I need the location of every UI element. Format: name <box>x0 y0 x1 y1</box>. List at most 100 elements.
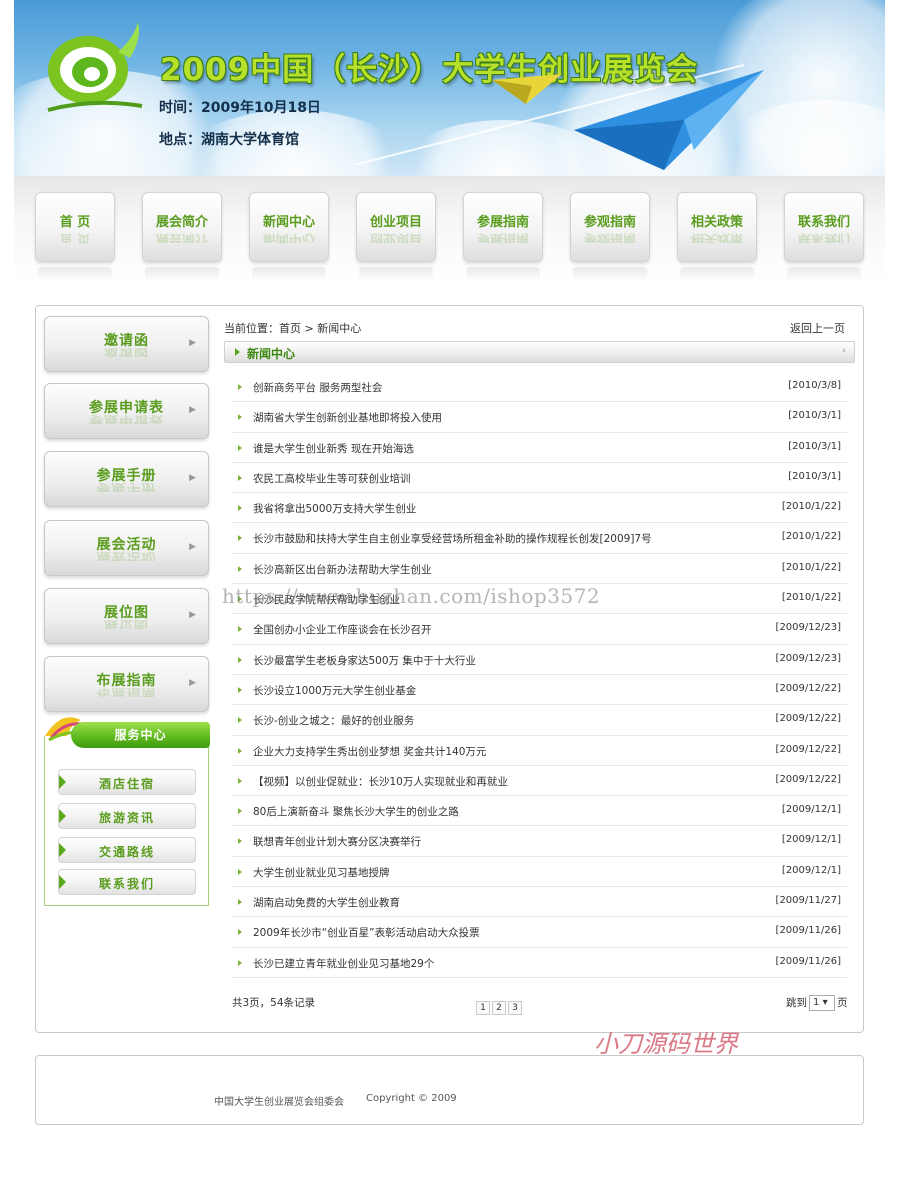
news-date: [2010/3/1] <box>788 410 841 422</box>
news-row[interactable]: 长沙最富学生老板身家达500万 集中于十大行业 [2009/12/23] <box>232 645 847 675</box>
nav-item-projects[interactable]: 创业项目 创业项目 <box>356 192 436 281</box>
sidebar-item-activities[interactable]: 展会活动 展会活动 ▶ <box>44 520 209 576</box>
sidebar-item-application-form[interactable]: 参展申请表 参展申请表 ▶ <box>44 383 209 439</box>
news-row[interactable]: 创新商务平台 服务两型社会 [2010/3/8] <box>232 372 847 403</box>
sidebar-item-reflection: 展位图 <box>104 620 149 629</box>
news-row[interactable]: 80后上演新奋斗 聚焦长沙大学生的创业之路 [2009/12/1] <box>232 796 847 827</box>
news-title[interactable]: 长沙设立1000万元大学生创业基金 <box>253 683 416 698</box>
news-row[interactable]: 联想青年创业计划大赛分区决赛举行 [2009/12/1] <box>232 826 847 857</box>
news-title[interactable]: 谁是大学生创业新秀 现在开始海选 <box>253 441 414 456</box>
page-link[interactable]: 3 <box>508 1001 522 1015</box>
bullet-triangle-icon <box>238 384 242 390</box>
news-title[interactable]: 湖南启动免费的大学生创业教育 <box>253 895 400 910</box>
service-item-label: 联系我们 <box>98 877 155 891</box>
sidebar-item-reflection: 参展手册 <box>96 483 157 492</box>
news-row[interactable]: 全国创办小企业工作座谈会在长沙召开 [2009/12/23] <box>232 614 847 645</box>
bullet-triangle-icon <box>238 777 242 784</box>
service-item-transport[interactable]: 交通路线 <box>58 837 196 863</box>
news-title[interactable]: 80后上演新奋斗 聚焦长沙大学生的创业之路 <box>253 804 459 819</box>
service-item-contact[interactable]: 联系我们 <box>58 869 196 895</box>
news-title[interactable]: 长沙高新区出台新办法帮助大学生创业 <box>253 562 432 577</box>
arrow-right-icon: ▶ <box>189 542 196 552</box>
news-date: [2009/11/27] <box>775 895 841 907</box>
sidebar-item-booth-map[interactable]: 展位图 展位图 ▶ <box>44 588 209 644</box>
news-row[interactable]: 长沙市鼓励和扶持大学生自主创业享受经营场所租金补助的操作规程长创发[2009]7… <box>232 523 847 554</box>
page-link[interactable]: 2 <box>492 1001 506 1015</box>
news-title[interactable]: 大学生创业就业见习基地授牌 <box>253 865 390 880</box>
back-link[interactable]: 返回上一页 <box>790 320 845 336</box>
breadcrumb: 当前位置：首页 > 新闻中心 <box>224 320 361 336</box>
news-title[interactable]: 长沙-创业之城之：最好的创业服务 <box>253 713 414 728</box>
news-row[interactable]: 【视频】以创业促就业：长沙10万人实现就业和再就业 [2009/12/22] <box>232 766 847 797</box>
news-row[interactable]: 长沙-创业之城之：最好的创业服务 [2009/12/22] <box>232 705 847 736</box>
news-title[interactable]: 长沙最富学生老板身家达500万 集中于十大行业 <box>253 653 476 668</box>
sidebar-item-label: 展位图 <box>104 605 149 621</box>
sidebar-item-label: 参展申请表 <box>89 400 164 416</box>
news-date: [2009/12/23] <box>775 622 841 634</box>
news-date: [2009/12/22] <box>775 713 841 725</box>
news-row[interactable]: 2009年长沙市“创业百星”表彰活动启动大众投票 [2009/11/26] <box>232 917 847 948</box>
sidebar-item-handbook[interactable]: 参展手册 参展手册 ▶ <box>44 451 209 507</box>
news-row[interactable]: 企业大力支持学生秀出创业梦想 奖金共计140万元 [2009/12/22] <box>232 736 847 766</box>
nav-item-home[interactable]: 首 页首 页 <box>35 192 115 281</box>
page-jump-prefix: 跳到 <box>786 997 807 1009</box>
news-row[interactable]: 我省将拿出5000万支持大学生创业 [2010/1/22] <box>232 493 847 524</box>
sidebar-item-reflection: 邀请函 <box>104 348 149 357</box>
page-bottom-band <box>0 1148 900 1189</box>
sidebar-item-label: 参展手册 <box>96 468 157 484</box>
news-title[interactable]: 2009年长沙市“创业百星”表彰活动启动大众投票 <box>253 925 480 940</box>
sidebar-item-reflection: 展会活动 <box>96 552 157 561</box>
news-title[interactable]: 我省将拿出5000万支持大学生创业 <box>253 501 416 516</box>
nav-item-news[interactable]: 新闻中心 新闻中心 <box>249 192 329 281</box>
section-header-bar: 新闻中心 › <box>224 341 855 363</box>
news-title[interactable]: 企业大力支持学生秀出创业梦想 奖金共计140万元 <box>253 744 486 759</box>
news-row[interactable]: 大学生创业就业见习基地授牌 [2009/12/1] <box>232 857 847 888</box>
bullet-triangle-icon <box>238 626 242 633</box>
bullet-triangle-icon <box>238 535 242 542</box>
nav-item-about[interactable]: 展会简介 展会简介 <box>142 192 222 281</box>
page-jump-select[interactable]: 1 ▾ <box>809 995 835 1011</box>
news-title[interactable]: 湖南省大学生创新创业基地即将投入使用 <box>253 410 442 425</box>
news-row[interactable]: 长沙设立1000万元大学生创业基金 [2009/12/22] <box>232 675 847 706</box>
footer-copyright: Copyright © 2009 <box>366 1093 457 1104</box>
news-row[interactable]: 湖南省大学生创新创业基地即将投入使用 [2010/3/1] <box>232 402 847 433</box>
bullet-triangle-icon <box>238 444 242 451</box>
news-row[interactable]: 长沙已建立青年就业创业见习基地29个 [2009/11/26] <box>232 948 847 978</box>
sidebar-item-invitation[interactable]: 邀请函 邀请函 ▶ <box>44 316 209 372</box>
news-title[interactable]: 长沙已建立青年就业创业见习基地29个 <box>253 956 434 971</box>
news-date: [2010/1/22] <box>781 501 841 513</box>
service-center-panel: 服务中心 酒店住宿 旅游资讯 交通路线 联系我们 <box>44 717 210 906</box>
nav-label-reflection: 创业项目 <box>369 233 422 243</box>
footer-organizer: 中国大学生创业展览会组委会 <box>214 1097 344 1108</box>
news-title[interactable]: 创新商务平台 服务两型社会 <box>253 380 382 395</box>
news-title[interactable]: 全国创办小企业工作座谈会在长沙召开 <box>253 622 432 637</box>
breadcrumb-current: 新闻中心 <box>317 322 362 335</box>
nav-label: 新闻中心 <box>262 215 315 230</box>
nav-item-contact[interactable]: 联系我们 联系我们 <box>784 192 864 281</box>
arrow-right-icon: ▶ <box>189 678 196 688</box>
news-title[interactable]: 农民工高校毕业生等可获创业培训 <box>253 471 411 486</box>
service-item-hotel[interactable]: 酒店住宿 <box>58 769 196 795</box>
news-title[interactable]: 【视频】以创业促就业：长沙10万人实现就业和再就业 <box>253 774 508 789</box>
service-center-title: 服务中心 <box>71 722 210 748</box>
service-item-travel[interactable]: 旅游资讯 <box>58 803 196 829</box>
more-arrow-icon[interactable]: › <box>842 346 846 356</box>
nav-item-exhibitor-guide[interactable]: 参展指南 参展指南 <box>463 192 543 281</box>
news-row[interactable]: 湖南启动免费的大学生创业教育 [2009/11/27] <box>232 887 847 918</box>
nav-label-reflection: 联系我们 <box>797 233 850 243</box>
sidebar-item-reflection: 参展申请表 <box>89 415 164 424</box>
nav-label: 相关政策 <box>690 215 743 230</box>
nav-item-policies[interactable]: 相关政策 相关政策 <box>677 192 757 281</box>
news-row[interactable]: 长沙高新区出台新办法帮助大学生创业 [2010/1/22] <box>232 554 847 585</box>
news-row[interactable]: 农民工高校毕业生等可获创业培训 [2010/3/1] <box>232 463 847 494</box>
news-row[interactable]: 谁是大学生创业新秀 现在开始海选 [2010/3/1] <box>232 433 847 463</box>
service-item-label: 旅游资讯 <box>98 811 155 825</box>
breadcrumb-home-link[interactable]: 首页 <box>279 322 301 335</box>
news-title[interactable]: 联想青年创业计划大赛分区决赛举行 <box>253 834 421 849</box>
arrow-right-icon: ▶ <box>189 610 196 620</box>
news-title[interactable]: 长沙市鼓励和扶持大学生自主创业享受经营场所租金补助的操作规程长创发[2009]7… <box>253 531 652 546</box>
nav-label-reflection: 参观指南 <box>583 233 636 243</box>
page-link[interactable]: 1 <box>476 1001 490 1015</box>
sidebar-item-setup-guide[interactable]: 布展指南 布展指南 ▶ <box>44 656 209 712</box>
nav-item-visitor-guide[interactable]: 参观指南 参观指南 <box>570 192 650 281</box>
